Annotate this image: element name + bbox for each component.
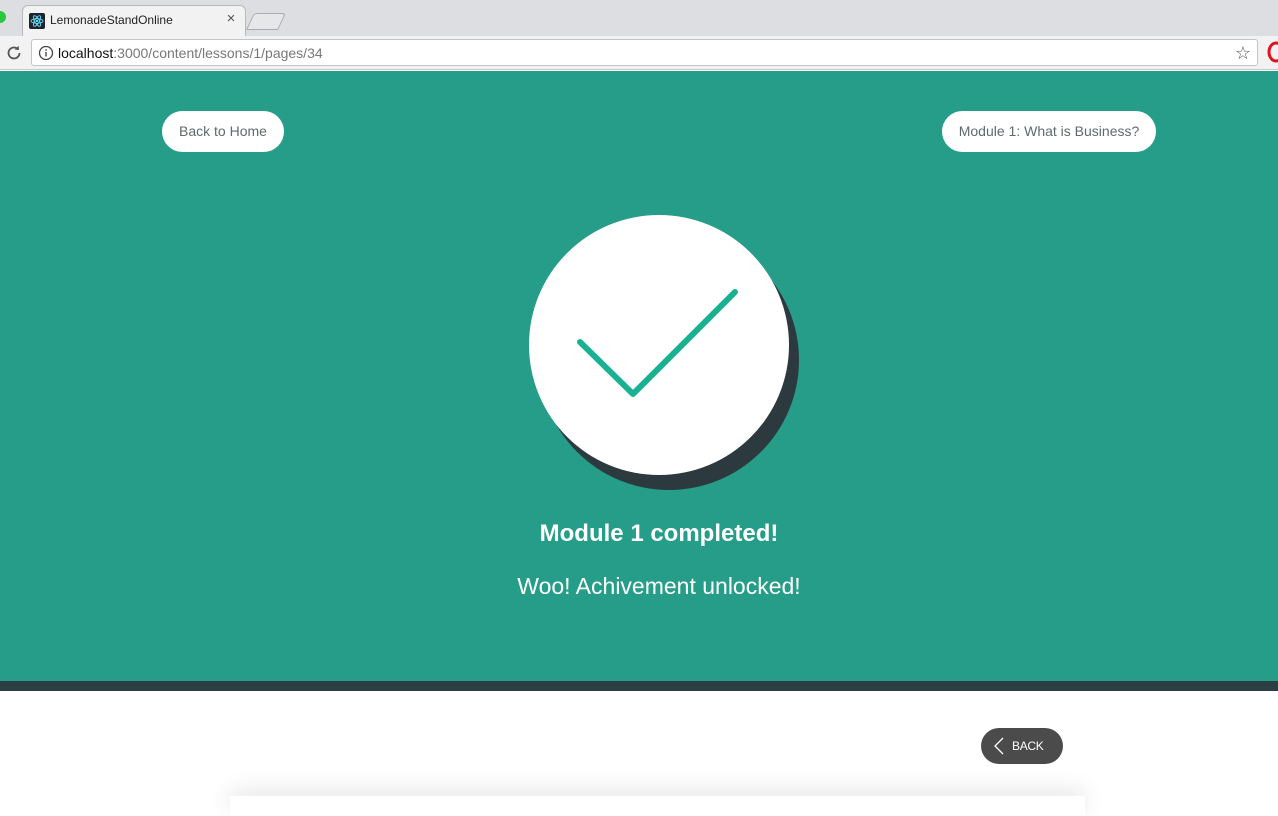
address-bar[interactable]: localhost:3000/content/lessons/1/pages/3… bbox=[31, 39, 1258, 66]
check-icon bbox=[577, 289, 738, 397]
url-host: localhost bbox=[58, 45, 114, 61]
window-zoom-button[interactable] bbox=[0, 11, 6, 23]
url-path: :3000/content/lessons/1/pages/34 bbox=[113, 45, 323, 61]
reload-icon[interactable] bbox=[4, 43, 24, 63]
browser-tab[interactable]: LemonadeStandOnline × bbox=[22, 5, 246, 36]
back-label: BACK bbox=[1012, 739, 1044, 753]
bottom-panel bbox=[230, 796, 1085, 816]
completion-subtitle: Woo! Achivement unlocked! bbox=[517, 573, 801, 599]
section-divider bbox=[0, 681, 1278, 691]
module-button[interactable]: Module 1: What is Business? bbox=[942, 111, 1156, 152]
chevron-left-icon bbox=[994, 737, 1004, 755]
browser-tab-bar: LemonadeStandOnline × bbox=[0, 0, 1278, 36]
extension-icon[interactable] bbox=[1266, 41, 1278, 63]
star-icon[interactable]: ☆ bbox=[1235, 43, 1251, 63]
achievement-badge bbox=[529, 215, 789, 475]
info-icon[interactable] bbox=[38, 45, 54, 61]
url-text[interactable]: localhost:3000/content/lessons/1/pages/3… bbox=[58, 45, 323, 61]
tab-title: LemonadeStandOnline bbox=[50, 13, 173, 27]
back-to-home-button[interactable]: Back to Home bbox=[162, 111, 284, 152]
close-icon[interactable]: × bbox=[223, 10, 239, 28]
completion-hero: Back to Home Module 1: What is Business?… bbox=[0, 71, 1278, 681]
react-favicon-icon bbox=[29, 13, 45, 29]
completion-title: Module 1 completed! bbox=[539, 520, 779, 547]
browser-toolbar: localhost:3000/content/lessons/1/pages/3… bbox=[0, 36, 1278, 70]
new-tab-button[interactable] bbox=[246, 13, 286, 30]
back-button[interactable]: BACK bbox=[981, 728, 1063, 764]
